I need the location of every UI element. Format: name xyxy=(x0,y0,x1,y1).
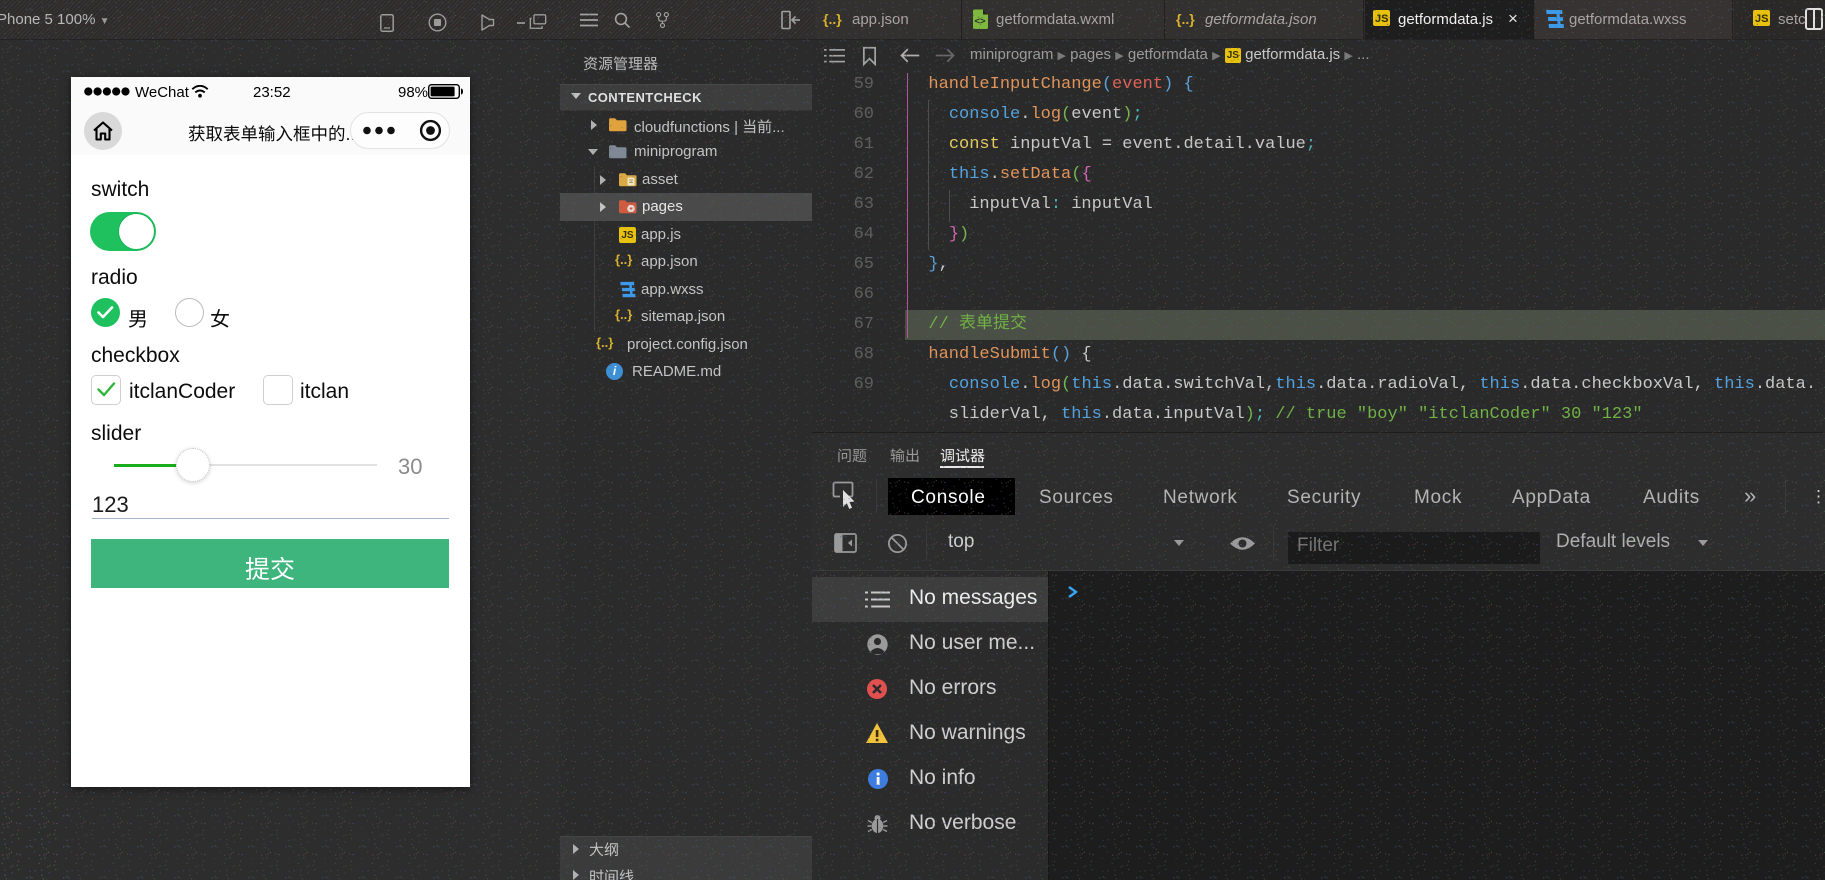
svg-text:<>: <> xyxy=(974,16,986,27)
